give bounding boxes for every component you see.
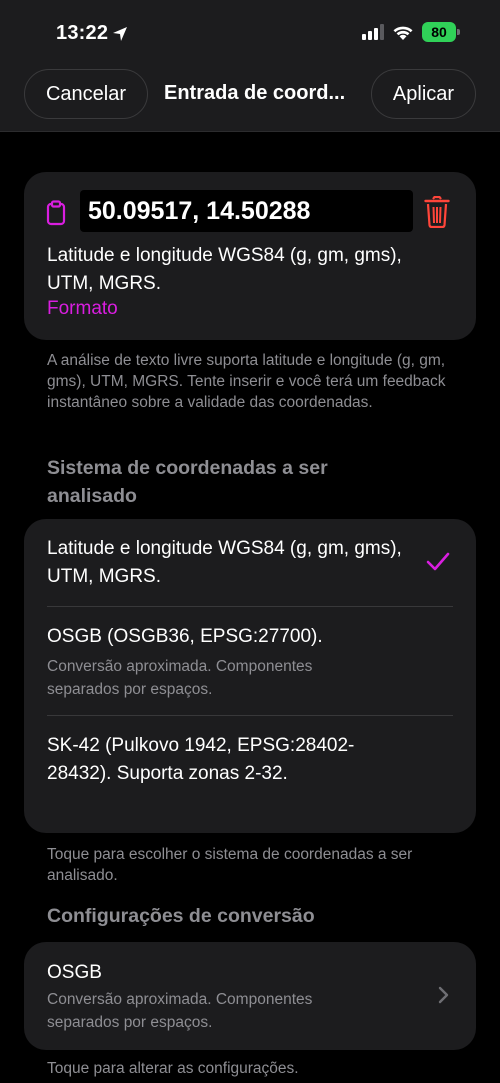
battery-level: 80	[431, 24, 447, 40]
format-link[interactable]: Formato	[47, 298, 118, 320]
apply-button[interactable]: Aplicar	[371, 69, 476, 119]
setting-subtitle: Conversão aproximada. Componentes separa…	[47, 991, 313, 1031]
battery-icon: 80	[422, 22, 460, 42]
coord-system-option-wgs84[interactable]: Latitude e longitude WGS84 (g, gm, gms),…	[24, 519, 476, 607]
status-time: 13:22	[56, 22, 128, 45]
time-label: 13:22	[56, 22, 109, 44]
option-title: Latitude e longitude WGS84 (g, gm, gms),…	[47, 538, 402, 587]
status-indicators: 80	[362, 22, 460, 42]
conversion-settings-header: Configurações de conversão	[47, 905, 315, 927]
coordinates-input[interactable]: 50.09517, 14.50288	[80, 190, 413, 232]
coord-system-list: Latitude e longitude WGS84 (g, gm, gms),…	[24, 519, 476, 833]
coord-system-option-osgb[interactable]: OSGB (OSGB36, EPSG:27700). Conversão apr…	[24, 607, 476, 715]
clipboard-icon[interactable]	[46, 200, 66, 226]
location-arrow-icon	[113, 26, 128, 41]
status-bar: 13:22 80	[0, 0, 500, 66]
conversion-footnote: Toque para alterar as configurações.	[47, 1060, 299, 1077]
cellular-signal-icon	[362, 24, 384, 40]
cancel-button[interactable]: Cancelar	[24, 69, 148, 119]
option-title: SK-42 (Pulkovo 1942, EPSG:28402-28432). …	[47, 735, 355, 784]
setting-title: OSGB	[47, 962, 102, 983]
option-subtitle: Conversão aproximada. Componentes separa…	[47, 658, 313, 698]
input-format-description: Latitude e longitude WGS84 (g, gm, gms),…	[47, 245, 402, 294]
navigation-bar: Cancelar Entrada de coord... Aplicar	[0, 66, 500, 132]
wifi-icon	[393, 26, 413, 40]
trash-icon[interactable]	[424, 196, 450, 228]
chevron-right-icon	[438, 986, 449, 1004]
coord-system-footnote: Toque para escolher o sistema de coorden…	[47, 846, 413, 884]
coordinate-input-card: 50.09517, 14.50288 Latitude e longitude …	[24, 172, 476, 340]
input-footnote: A análise de texto livre suporta latitud…	[47, 352, 446, 411]
page-title: Entrada de coord...	[164, 82, 346, 104]
coord-system-header: Sistema de coordenadas a ser analisado	[47, 457, 328, 507]
checkmark-icon	[426, 552, 450, 571]
conversion-setting-osgb[interactable]: OSGB Conversão aproximada. Componentes s…	[24, 942, 476, 1050]
coord-system-option-sk42[interactable]: SK-42 (Pulkovo 1942, EPSG:28402-28432). …	[24, 716, 476, 833]
option-title: OSGB (OSGB36, EPSG:27700).	[47, 626, 323, 647]
